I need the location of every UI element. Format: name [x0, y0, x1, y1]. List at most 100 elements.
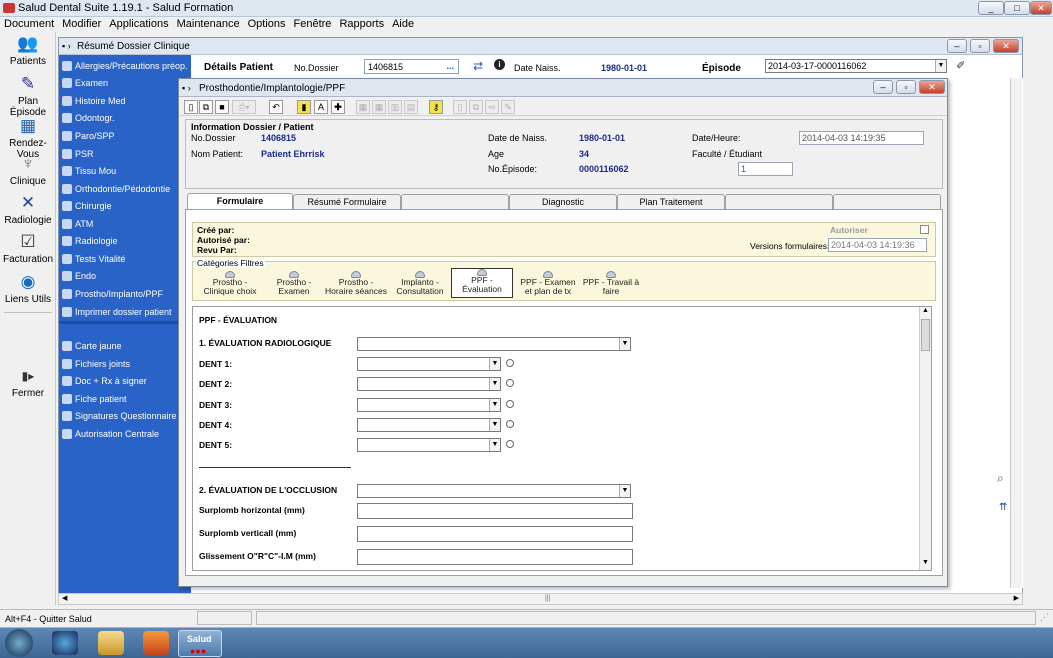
new-doc-icon[interactable]: ▯	[184, 100, 198, 114]
toolbar-clinique[interactable]: ♆ Clinique	[0, 154, 56, 187]
dent-radio[interactable]	[506, 379, 514, 387]
tab-resume-formulaire[interactable]: Résumé Formulaire	[293, 194, 401, 209]
taskbar-salud-button[interactable]: Salud ●●●	[178, 630, 222, 657]
nav-item[interactable]: Allergies/Précautions préop.	[61, 58, 189, 74]
outer-minimize-button[interactable]: –	[947, 39, 967, 53]
save-icon[interactable]: ■	[215, 100, 229, 114]
nav-item[interactable]: Odontogr.	[61, 110, 189, 126]
nav-item[interactable]: Endo	[61, 268, 189, 284]
add-icon[interactable]: ✚	[331, 100, 345, 114]
dent-radio[interactable]	[506, 400, 514, 408]
outer-restore-button[interactable]: ▫	[970, 39, 990, 53]
collapse-icon[interactable]: ⇈	[999, 502, 1007, 513]
refresh-icon[interactable]: ⇄	[473, 59, 483, 73]
outer-close-button[interactable]: ✕	[993, 39, 1019, 53]
info-faculte-field[interactable]: 1	[738, 162, 793, 176]
dent-select[interactable]: ▼	[357, 377, 501, 391]
dent-select[interactable]: ▼	[357, 398, 501, 412]
close-button[interactable]: ✕	[1030, 1, 1052, 15]
info-datetime-field[interactable]: 2014-04-03 14:19:35	[799, 131, 924, 145]
tab-diagnostic[interactable]: Diagnostic	[509, 194, 617, 209]
menu-modifier[interactable]: Modifier	[58, 17, 105, 31]
dent-select[interactable]: ▼	[357, 357, 501, 371]
grid-icon[interactable]: ▦	[356, 100, 370, 114]
nav-item[interactable]: Orthodontie/Pédodontie	[61, 181, 189, 197]
undo-icon[interactable]: ↶	[269, 100, 283, 114]
menu-fenetre[interactable]: Fenêtre	[290, 17, 336, 31]
occlusion-select[interactable]: ▼	[357, 484, 631, 498]
nav-item[interactable]: PSR	[61, 146, 189, 162]
menu-aide[interactable]: Aide	[388, 17, 418, 31]
category-filter-item[interactable]: PPF - Examen et plan de tx	[517, 271, 579, 300]
nav2-item[interactable]: Signatures Questionnaire	[61, 408, 189, 424]
horizontal-scrollbar[interactable]: ◀ ||| ▶	[58, 593, 1023, 605]
glissement-input[interactable]	[357, 549, 633, 565]
dent-radio[interactable]	[506, 359, 514, 367]
ie-icon[interactable]	[52, 631, 78, 655]
versions-field[interactable]: 2014-04-03 14:19:36	[828, 238, 927, 252]
nav-item[interactable]: Tests Vitalité	[61, 251, 189, 267]
grid2-icon[interactable]: ▦	[372, 100, 386, 114]
autoriser-checkbox[interactable]	[920, 225, 929, 234]
nav-item[interactable]: ATM	[61, 216, 189, 232]
grid3-icon[interactable]: ▥	[388, 100, 402, 114]
tab-empty-1[interactable]	[401, 194, 509, 209]
episode-select[interactable]: 2014-03-17-0000116062 ▼	[765, 59, 947, 73]
nav2-item[interactable]: Fiche patient	[61, 391, 189, 407]
nav-item[interactable]: Radiologie	[61, 233, 189, 249]
eval-radio-select[interactable]: ▼	[357, 337, 631, 351]
category-filter-item[interactable]: Implanto - Consultation	[389, 271, 451, 300]
explorer-icon[interactable]	[98, 631, 124, 655]
surplomb-horizontal-input[interactable]	[357, 503, 633, 519]
dent-radio[interactable]	[506, 420, 514, 428]
menu-document[interactable]: Document	[0, 17, 58, 31]
menu-maintenance[interactable]: Maintenance	[173, 17, 244, 31]
nav2-item[interactable]: Carte jaune	[61, 338, 189, 354]
start-button[interactable]	[5, 629, 33, 657]
media-player-icon[interactable]	[143, 631, 169, 655]
outer-vertical-scrollbar[interactable]	[1010, 78, 1022, 588]
sign-icon[interactable]: ✎	[501, 100, 515, 114]
zoom-search-icon[interactable]: ⌕	[997, 471, 1004, 486]
nav2-item[interactable]: Doc + Rx à signer	[61, 373, 189, 389]
copy-icon[interactable]: ⧉	[199, 100, 213, 114]
category-filter-item[interactable]: Prostho - Examen	[263, 271, 325, 300]
toolbar-liens-utils[interactable]: ◉ Liens Utils	[0, 272, 56, 305]
nav-item[interactable]: Paro/SPP	[61, 128, 189, 144]
dialog-restore-button[interactable]: ▫	[896, 80, 916, 94]
nav2-item[interactable]: Fichiers joints	[61, 356, 189, 372]
dialog-minimize-button[interactable]: –	[873, 80, 893, 94]
nav-item[interactable]: Imprimer dossier patient	[61, 304, 189, 320]
nav-item[interactable]: Examen	[61, 75, 189, 91]
category-filter-item[interactable]: Prostho - Clinique choix	[199, 271, 261, 300]
toolbar-fermer[interactable]: ▮▸ Fermer	[0, 366, 56, 399]
menu-applications[interactable]: Applications	[105, 17, 172, 31]
nav2-item[interactable]: Autorisation Centrale	[61, 426, 189, 442]
category-filter-item[interactable]: PPF - Travail à faire	[580, 271, 642, 300]
key-icon[interactable]: ⚷	[429, 100, 443, 114]
page-icon[interactable]: ▯	[453, 100, 467, 114]
tab-empty-3[interactable]	[833, 194, 941, 209]
info-icon[interactable]: i	[494, 59, 505, 70]
font-icon[interactable]: A	[314, 100, 328, 114]
print-icon[interactable]: ⎙▾	[232, 100, 256, 114]
menu-rapports[interactable]: Rapports	[335, 17, 388, 31]
export-icon[interactable]: ⇨	[485, 100, 499, 114]
nav-item[interactable]: Prostho/Implanto/PPF	[61, 286, 189, 302]
toolbar-radiologie[interactable]: ✕ Radiologie	[0, 193, 56, 226]
pages-icon[interactable]: ⧉	[469, 100, 483, 114]
episode-edit-icon[interactable]: ✐	[956, 59, 965, 72]
dent-select[interactable]: ▼	[357, 418, 501, 432]
dossier-field[interactable]: 1406815...	[364, 59, 459, 74]
dent-select[interactable]: ▼	[357, 438, 501, 452]
tab-empty-2[interactable]	[725, 194, 833, 209]
toolbar-patients[interactable]: 👥 Patients	[0, 34, 56, 67]
dossier-lookup-button[interactable]: ...	[446, 61, 454, 71]
menu-options[interactable]: Options	[244, 17, 290, 31]
nav-item[interactable]: Tissu Mou	[61, 163, 189, 179]
form-vertical-scrollbar[interactable]: ▲ ▼	[919, 307, 931, 570]
category-filter-item[interactable]: PPF - Évaluation	[451, 268, 513, 298]
surplomb-vertical-input[interactable]	[357, 526, 633, 542]
grid4-icon[interactable]: ▤	[404, 100, 418, 114]
nav-item[interactable]: Chirurgie	[61, 198, 189, 214]
